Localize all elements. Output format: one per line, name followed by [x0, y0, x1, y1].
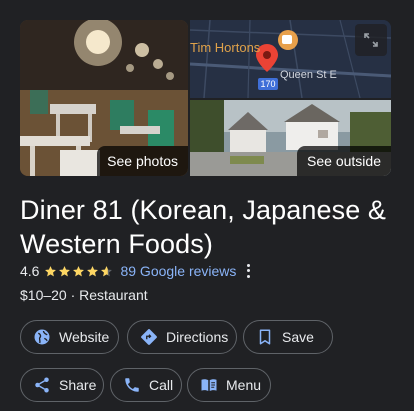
- save-button[interactable]: Save: [243, 320, 333, 354]
- map-thumbnail[interactable]: Tim Hortons Queen St E 170: [190, 20, 391, 98]
- website-label: Website: [59, 329, 110, 345]
- star-icon: [73, 265, 85, 276]
- more-vert-icon[interactable]: [246, 263, 250, 279]
- map-route-badge: 170: [260, 79, 276, 89]
- bookmark-icon: [259, 329, 271, 345]
- star-icon: [87, 265, 99, 276]
- star-icon: [101, 265, 113, 276]
- directions-button[interactable]: Directions: [127, 320, 237, 354]
- menu-button[interactable]: Menu: [187, 368, 271, 402]
- save-label: Save: [282, 329, 314, 345]
- star-icon: [59, 265, 71, 276]
- place-name: Diner 81 (Korean, Japanese & Western Foo…: [20, 195, 387, 259]
- see-outside-label: See outside: [297, 146, 391, 176]
- map-street-label: Queen St E: [280, 69, 337, 81]
- star-icon: [45, 265, 57, 276]
- share-button[interactable]: Share: [20, 368, 104, 402]
- share-icon: [35, 377, 49, 393]
- share-label: Share: [59, 377, 97, 393]
- restaurant-photo[interactable]: See photos: [20, 20, 188, 176]
- rating-row: 4.6 89 Google reviews: [20, 262, 250, 280]
- globe-icon: [34, 329, 50, 345]
- see-photos-label: See photos: [97, 146, 188, 176]
- google-reviews-link[interactable]: 89 Google reviews: [120, 263, 236, 279]
- rating-value: 4.6: [20, 263, 40, 279]
- price-category: $10–20 · Restaurant: [20, 287, 148, 303]
- menu-label: Menu: [226, 377, 262, 393]
- call-button[interactable]: Call: [110, 368, 182, 402]
- expand-map-button[interactable]: [355, 24, 387, 56]
- menu-book-icon: [201, 379, 217, 391]
- expand-icon: [364, 33, 378, 47]
- call-label: Call: [149, 377, 174, 393]
- directions-icon: [141, 329, 157, 345]
- map-place-label: Tim Hortons: [190, 40, 261, 55]
- website-button[interactable]: Website: [20, 320, 119, 354]
- phone-icon: [125, 378, 139, 392]
- star-rating: [44, 265, 114, 278]
- street-view-thumbnail[interactable]: See outside: [190, 100, 391, 176]
- directions-label: Directions: [166, 329, 229, 345]
